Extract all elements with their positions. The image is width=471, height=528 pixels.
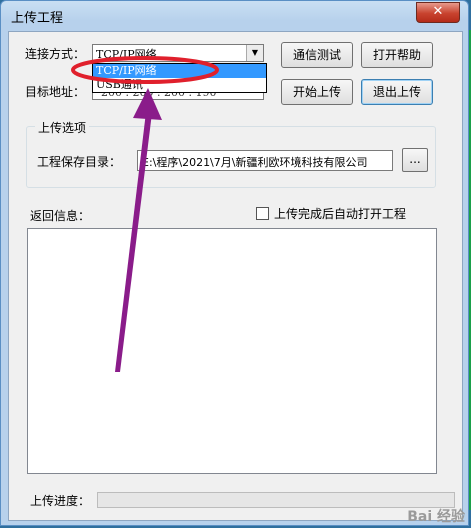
upload-options-group: 上传选项 工程保存目录： E:\程序\2021\7月\新疆利欧环境科技有限公司 … (26, 119, 436, 188)
close-button[interactable]: ✕ (416, 2, 460, 23)
exit-upload-button[interactable]: 退出上传 (361, 79, 433, 105)
connection-label: 连接方式： (25, 47, 86, 61)
open-help-button[interactable]: 打开帮助 (361, 42, 433, 68)
connection-select[interactable]: TCP/IP网络 ▼ (92, 44, 264, 62)
feedback-label: 返回信息： (30, 209, 91, 223)
dropdown-option-tcpip[interactable]: TCP/IP网络 (93, 64, 266, 78)
connection-value: TCP/IP网络 (96, 48, 157, 61)
auto-open-checkbox[interactable] (256, 207, 269, 220)
upload-options-title: 上传选项 (35, 119, 90, 136)
dialog-body: 连接方式： TCP/IP网络 ▼ 目标地址： 200 . 200 . 200 .… (8, 31, 463, 521)
chevron-down-icon[interactable]: ▼ (246, 45, 263, 61)
save-dir-label: 工程保存目录： (37, 155, 122, 169)
upload-progress-bar (97, 492, 455, 508)
auto-open-label[interactable]: 上传完成后自动打开工程 (274, 205, 406, 222)
dropdown-option-usb[interactable]: USB通讯 (93, 78, 266, 92)
window-title: 上传工程 (11, 11, 64, 26)
target-label: 目标地址： (25, 85, 86, 99)
connection-dropdown-list: TCP/IP网络 USB通讯 (92, 63, 267, 93)
start-upload-button[interactable]: 开始上传 (281, 79, 353, 105)
progress-label: 上传进度： (30, 494, 91, 508)
browse-button[interactable]: ... (402, 148, 428, 172)
watermark: Bai 经验 (407, 509, 465, 525)
test-communication-button[interactable]: 通信测试 (281, 42, 353, 68)
close-icon: ✕ (432, 4, 444, 19)
feedback-log[interactable] (27, 228, 437, 474)
upload-project-dialog: 上传工程 ✕ 连接方式： TCP/IP网络 ▼ 目标地址： 200 . 200 … (0, 0, 469, 526)
title-bar[interactable]: 上传工程 ✕ (1, 1, 468, 29)
save-dir-field[interactable]: E:\程序\2021\7月\新疆利欧环境科技有限公司 (137, 150, 393, 171)
